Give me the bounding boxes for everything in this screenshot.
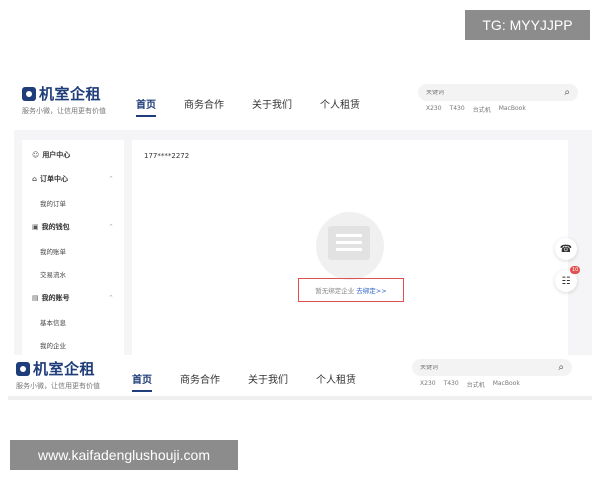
sidebar-item-my-bills[interactable]: 我的账单 (40, 246, 66, 256)
site-header: 机室企租 服务小微，让信用更有价值 首页 商务合作 关于我们 个人租赁 ⌕ X2… (8, 80, 592, 125)
hot-keyword[interactable]: X230 (426, 105, 442, 114)
empty-notice: 暂无绑定企业 去绑定>> (298, 278, 404, 302)
chevron-up-icon: ⌃ (108, 175, 114, 183)
nav-item-about[interactable]: 关于我们 (248, 371, 288, 390)
sidebar-group-label: 我的钱包 (41, 223, 70, 231)
sidebar-item-transactions[interactable]: 交易流水 (40, 269, 66, 279)
main-panel: 177****2272 暂无绑定企业 去绑定>> (132, 140, 568, 355)
logo-icon (22, 86, 36, 101)
nav-item-business[interactable]: 商务合作 (184, 96, 224, 115)
site-header-duplicate: 机室企租 服务小微，让信用更有价值 首页 商务合作 关于我们 个人租赁 ⌕ X2… (8, 355, 592, 400)
brand-tagline: 服务小微，让信用更有价值 (16, 382, 100, 390)
search-box: ⌕ (412, 359, 572, 376)
search-box: ⌕ (418, 84, 578, 101)
sidebar-item-basic-info[interactable]: 基本信息 (40, 317, 66, 327)
search-icon[interactable]: ⌕ (564, 87, 570, 98)
search-input[interactable] (426, 89, 565, 96)
sidebar-group-account[interactable]: ▤ 我的账号 ⌃ (32, 293, 114, 303)
sidebar-group-orders[interactable]: ⌂ 订单中心 ⌃ (32, 174, 114, 184)
chevron-up-icon: ⌃ (108, 223, 114, 231)
sidebar-item-user-center[interactable]: ☺ 用户中心 (32, 150, 70, 160)
user-phone: 177****2272 (144, 152, 190, 160)
account-icon: ▤ (32, 294, 39, 302)
headset-icon[interactable]: ☎ (555, 238, 577, 260)
hot-keyword[interactable]: X230 (420, 380, 436, 389)
hot-keyword[interactable]: 台式机 (473, 105, 491, 114)
watermark-top: TG: MYYJJPP (465, 10, 590, 40)
hot-keyword[interactable]: MacBook (499, 105, 526, 114)
sidebar-item-my-orders[interactable]: 我的订单 (40, 198, 66, 208)
wallet-icon: ▣ (32, 223, 39, 231)
nav-item-personal-rental[interactable]: 个人租赁 (316, 371, 356, 390)
watermark-bottom: www.kaifadenglushouji.com (10, 440, 238, 470)
main-nav: 首页 商务合作 关于我们 个人租赁 (132, 371, 356, 392)
nav-item-home[interactable]: 首页 (136, 96, 156, 117)
nav-item-home[interactable]: 首页 (132, 371, 152, 392)
empty-document-icon (328, 226, 370, 260)
user-icon: ☺ (32, 151, 40, 159)
hot-keywords: X230 T430 台式机 MacBook (426, 105, 526, 114)
brand-tagline: 服务小微，让信用更有价值 (22, 107, 106, 115)
brand[interactable]: 机室企租 服务小微，让信用更有价值 (22, 83, 106, 116)
order-icon: ⌂ (32, 175, 38, 183)
sidebar-item-my-company[interactable]: 我的企业 (40, 340, 66, 350)
hot-keyword[interactable]: MacBook (493, 380, 520, 389)
nav-item-about[interactable]: 关于我们 (252, 96, 292, 115)
hot-keyword[interactable]: 台式机 (467, 380, 485, 389)
hot-keyword[interactable]: T430 (450, 105, 465, 114)
sidebar-group-label: 我的账号 (41, 294, 70, 302)
logo-icon (16, 361, 30, 376)
brand-name: 机室企租 (33, 360, 96, 378)
hot-keyword[interactable]: T430 (444, 380, 459, 389)
sidebar: ☺ 用户中心 ⌂ 订单中心 ⌃ 我的订单 ▣ 我的钱包 ⌃ 我的账单 交易流水 … (22, 140, 124, 355)
nav-item-personal-rental[interactable]: 个人租赁 (320, 96, 360, 115)
brand[interactable]: 机室企租 服务小微，让信用更有价值 (16, 358, 100, 391)
sidebar-group-label: 订单中心 (40, 175, 69, 183)
sidebar-item-label: 用户中心 (42, 151, 71, 159)
empty-text: 暂无绑定企业 (315, 287, 355, 295)
search-input[interactable] (420, 364, 559, 371)
hot-keywords: X230 T430 台式机 MacBook (420, 380, 520, 389)
brand-name: 机室企租 (39, 85, 102, 103)
bind-company-link[interactable]: 去绑定>> (356, 285, 386, 295)
nav-item-business[interactable]: 商务合作 (180, 371, 220, 390)
chevron-up-icon: ⌃ (108, 294, 114, 302)
main-nav: 首页 商务合作 关于我们 个人租赁 (136, 96, 360, 117)
search-icon[interactable]: ⌕ (558, 362, 564, 373)
cart-badge: 10 (570, 266, 581, 274)
sidebar-group-wallet[interactable]: ▣ 我的钱包 ⌃ (32, 222, 114, 232)
